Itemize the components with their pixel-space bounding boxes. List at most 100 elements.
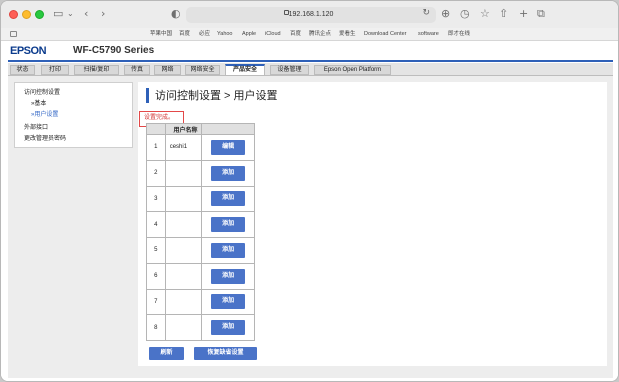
add-button[interactable]: 添加 [211, 191, 246, 207]
row-action-cell: 添加 [201, 237, 255, 264]
restore-defaults-button[interactable]: 恢复缺省设置 [194, 347, 257, 360]
table-row: 5 添加 [146, 237, 255, 264]
add-button[interactable]: 添加 [211, 165, 246, 181]
favorite-link[interactable]: 腾讯企点 [309, 28, 331, 41]
add-button[interactable]: 添加 [211, 320, 246, 336]
tab-fax[interactable]: 传真 [124, 65, 150, 75]
table-header-row: 用户名称 [146, 123, 255, 135]
row-number: 7 [146, 288, 166, 316]
minimize-window-button[interactable] [22, 10, 31, 19]
tab-network[interactable]: 网络 [154, 65, 181, 75]
tab-network-security[interactable]: 网络安全 [185, 65, 220, 75]
address-bar[interactable]: 192.168.1.120 ↻ [186, 7, 436, 23]
browser-window: ▭ ⌄ ‹ › ◐ 192.168.1.120 ↻ ⊕ ◷ ☆ ⇧ + ⧉ 苹果… [0, 0, 619, 382]
refresh-button[interactable]: 刷新 [149, 347, 184, 360]
row-action-cell: 添加 [201, 211, 255, 238]
row-action-cell: 添加 [201, 185, 255, 213]
forward-icon[interactable]: › [101, 7, 105, 21]
browser-toolbar: ▭ ⌄ ‹ › ◐ 192.168.1.120 ↻ ⊕ ◷ ☆ ⇧ + ⧉ [1, 1, 618, 28]
table-row: 6 添加 [146, 262, 255, 290]
main-tabs: 状态 打印 扫描/复印 传真 网络 网络安全 产品安全 设备管理 Epson O… [8, 63, 613, 76]
table-row: 8 添加 [146, 314, 255, 341]
favorite-link[interactable]: iCloud [265, 28, 281, 41]
chevron-down-icon[interactable]: ⌄ [67, 7, 74, 21]
tab-device-management[interactable]: 设备管理 [270, 65, 309, 75]
nav-basic[interactable]: »基本 [31, 100, 46, 108]
favorites-bar: 苹果中国 百度 必应 Yahoo Apple iCloud 百度 腾讯企点 爱看… [1, 28, 618, 41]
row-number: 3 [146, 185, 166, 213]
row-username [164, 288, 203, 316]
row-action-cell: 编辑 [201, 134, 255, 161]
page-footer [8, 366, 613, 378]
printer-model: WF-C5790 Series [73, 45, 155, 56]
reload-icon[interactable]: ↻ [422, 8, 430, 18]
add-button[interactable]: 添加 [211, 294, 246, 310]
favorite-link[interactable]: Download Center [364, 28, 407, 41]
row-action-cell: 添加 [201, 159, 255, 187]
row-number: 8 [146, 314, 166, 341]
favorite-link[interactable]: 苹果中国 [150, 28, 172, 41]
add-button[interactable]: 添加 [211, 217, 246, 233]
favorite-link[interactable]: software [418, 28, 439, 41]
row-username: ceshi1 [164, 134, 203, 161]
add-button[interactable]: 添加 [211, 242, 246, 258]
sidebar-icon[interactable]: ▭ [53, 7, 63, 21]
nav-external-interface[interactable]: 外部接口 [24, 124, 48, 132]
tab-print[interactable]: 打印 [41, 65, 69, 75]
column-header-number [146, 123, 166, 135]
tab-scan-copy[interactable]: 扫描/复印 [74, 65, 119, 75]
row-action-cell: 添加 [201, 262, 255, 290]
brand-logo: EPSON [10, 45, 47, 57]
column-header-action [201, 123, 255, 135]
privacy-shield-icon[interactable]: ◐ [171, 7, 181, 21]
table-row: 7 添加 [146, 288, 255, 316]
row-action-cell: 添加 [201, 314, 255, 341]
back-icon[interactable]: ‹ [84, 7, 88, 21]
row-username [164, 262, 203, 290]
row-number: 2 [146, 159, 166, 187]
row-number: 1 [146, 134, 166, 161]
row-number: 6 [146, 262, 166, 290]
tab-product-security[interactable]: 产品安全 [225, 64, 265, 76]
favorite-link[interactable]: 百度 [290, 28, 301, 41]
table-row: 1 ceshi1 编辑 [146, 134, 255, 161]
favorite-link[interactable]: Yahoo [217, 28, 233, 41]
table-row: 3 添加 [146, 185, 255, 213]
row-username [164, 185, 203, 213]
add-button[interactable]: 添加 [211, 268, 246, 284]
address-text[interactable]: 192.168.1.120 [186, 7, 436, 23]
new-tab-icon[interactable]: + [519, 7, 528, 21]
edit-button[interactable]: 编辑 [211, 139, 246, 155]
left-navigation: 访问控制设置 »基本 »用户设置 外部接口 更改管理员密码 [14, 82, 133, 148]
row-username [164, 314, 203, 341]
bookmark-star-icon[interactable]: ☆ [480, 7, 490, 21]
tab-status[interactable]: 状态 [10, 65, 35, 75]
web-page: EPSON WF-C5790 Series 状态 打印 扫描/复印 传真 网络 … [1, 41, 618, 381]
download-icon[interactable]: ⊕ [441, 7, 450, 21]
favorite-link[interactable]: 必应 [199, 28, 210, 41]
tab-overview-icon[interactable]: ⧉ [537, 7, 545, 21]
table-row: 2 添加 [146, 159, 255, 187]
nav-user-settings[interactable]: »用户设置 [31, 111, 58, 119]
favorites-grid-icon[interactable] [10, 31, 17, 37]
share-icon[interactable]: ⇧ [499, 7, 508, 21]
nav-change-admin-password[interactable]: 更改管理员密码 [24, 135, 66, 143]
favorite-link[interactable]: 百度 [179, 28, 190, 41]
favorite-link[interactable]: 即才在线 [448, 28, 470, 41]
history-icon[interactable]: ◷ [460, 7, 470, 21]
title-accent-bar [146, 88, 149, 103]
row-number: 5 [146, 237, 166, 264]
tab-epson-open-platform[interactable]: Epson Open Platform [314, 65, 391, 75]
favorite-link[interactable]: 爱看生 [339, 28, 356, 41]
header-divider [8, 60, 613, 62]
row-username [164, 159, 203, 187]
user-table: 用户名称 1 ceshi1 编辑 2 添加 3 添加 4 添加 5 添加 6 添… [146, 123, 255, 341]
page-title: 访问控制设置 > 用户设置 [155, 90, 278, 102]
zoom-window-button[interactable] [35, 10, 44, 19]
nav-access-control[interactable]: 访问控制设置 [24, 89, 60, 97]
favorite-link[interactable]: Apple [242, 28, 256, 41]
table-row: 4 添加 [146, 211, 255, 238]
column-header-username: 用户名称 [164, 123, 203, 135]
row-username [164, 211, 203, 238]
close-window-button[interactable] [9, 10, 18, 19]
